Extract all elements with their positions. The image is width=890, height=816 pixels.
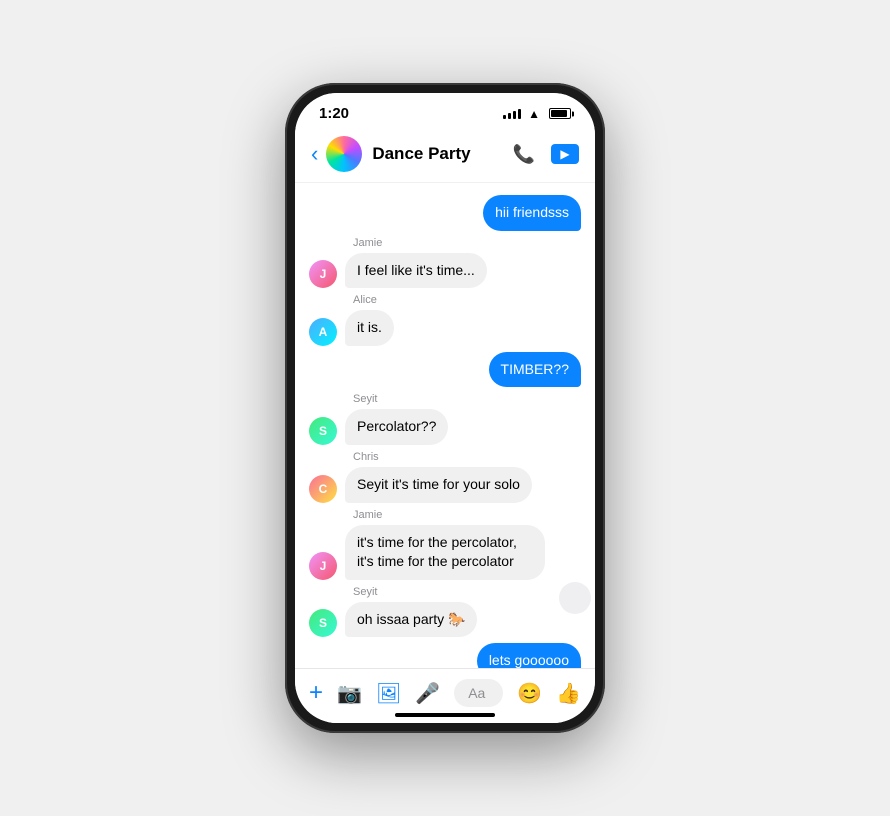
message-text: I feel like it's time... bbox=[357, 262, 475, 278]
avatar: J bbox=[309, 552, 337, 580]
message-bubble: Percolator?? bbox=[345, 409, 448, 445]
message-row: S oh issaa party 🐎 bbox=[309, 602, 581, 638]
back-button[interactable]: ‹ bbox=[311, 141, 318, 167]
message-row: lets goooooo 👍 bbox=[309, 643, 581, 668]
message-text: TIMBER?? bbox=[501, 361, 569, 377]
avatar: C bbox=[309, 475, 337, 503]
message-bubble: it's time for the percolator, it's time … bbox=[345, 525, 545, 580]
message-group-jamie2: Jamie J it's time for the percolator, it… bbox=[309, 509, 581, 580]
sender-name: Seyit bbox=[353, 586, 581, 598]
status-time: 1:20 bbox=[319, 105, 349, 122]
message-bubble: I feel like it's time... bbox=[345, 253, 487, 289]
message-text: Percolator?? bbox=[357, 418, 436, 434]
video-call-button[interactable]: ▶ bbox=[551, 144, 579, 164]
mic-button[interactable]: 🎤 bbox=[415, 681, 440, 706]
message-text: lets goooooo bbox=[489, 652, 569, 668]
message-row: hii friendsss bbox=[309, 195, 581, 231]
chat-title: Dance Party bbox=[372, 144, 512, 164]
avatar: A bbox=[309, 318, 337, 346]
message-group-chris: Chris C Seyit it's time for your solo bbox=[309, 451, 581, 503]
message-text: hii friendsss bbox=[495, 204, 569, 220]
phone-screen: 1:20 ▲ ‹ Dance Party 📞 bbox=[295, 93, 595, 723]
sender-name: Jamie bbox=[353, 509, 581, 521]
message-group-jamie1: Jamie J I feel like it's time... bbox=[309, 237, 581, 289]
header-actions: 📞 ▶ bbox=[513, 144, 579, 165]
emoji-button[interactable]: 😊 bbox=[517, 681, 542, 706]
video-icon: ▶ bbox=[560, 147, 569, 161]
message-group-seyit1: Seyit S Percolator?? bbox=[309, 393, 581, 445]
sender-name: Jamie bbox=[353, 237, 581, 249]
message-row: J I feel like it's time... bbox=[309, 253, 581, 289]
message-row: A it is. bbox=[309, 310, 581, 346]
message-bubble: oh issaa party 🐎 bbox=[345, 602, 477, 638]
message-bubble: hii friendsss bbox=[483, 195, 581, 231]
sender-name: Alice bbox=[353, 294, 581, 306]
input-placeholder: Aa bbox=[468, 685, 485, 701]
chat-header: ‹ Dance Party 📞 ▶ bbox=[295, 128, 595, 183]
message-text: it's time for the percolator, it's time … bbox=[357, 534, 517, 570]
sender-name: Seyit bbox=[353, 393, 581, 405]
status-icons: ▲ bbox=[503, 107, 571, 121]
home-indicator bbox=[395, 713, 495, 717]
wifi-icon: ▲ bbox=[528, 107, 540, 121]
phone-call-button[interactable]: 📞 bbox=[513, 144, 535, 165]
message-bubble: Seyit it's time for your solo bbox=[345, 467, 532, 503]
add-button[interactable]: + bbox=[309, 679, 323, 707]
messages-list: hii friendsss Jamie J I feel like it's t… bbox=[295, 183, 595, 668]
message-bubble: TIMBER?? bbox=[489, 352, 581, 388]
message-text: oh issaa party 🐎 bbox=[357, 611, 465, 627]
message-group-seyit2: Seyit S oh issaa party 🐎 bbox=[309, 586, 581, 638]
message-row: J it's time for the percolator, it's tim… bbox=[309, 525, 581, 580]
sender-name: Chris bbox=[353, 451, 581, 463]
message-input[interactable]: Aa bbox=[454, 679, 503, 707]
message-bubble: lets goooooo bbox=[477, 643, 581, 668]
status-bar: 1:20 ▲ bbox=[295, 93, 595, 128]
phone-frame: 1:20 ▲ ‹ Dance Party 📞 bbox=[285, 83, 605, 733]
thumbs-up-button[interactable]: 👍 bbox=[556, 681, 581, 706]
battery-icon bbox=[549, 108, 571, 119]
message-row: TIMBER?? bbox=[309, 352, 581, 388]
message-text: Seyit it's time for your solo bbox=[357, 476, 520, 492]
avatar: J bbox=[309, 260, 337, 288]
message-row: C Seyit it's time for your solo bbox=[309, 467, 581, 503]
group-avatar bbox=[326, 136, 362, 172]
message-bubble: it is. bbox=[345, 310, 394, 346]
avatar: S bbox=[309, 417, 337, 445]
avatar: S bbox=[309, 609, 337, 637]
photo-button[interactable]: 🖼 bbox=[376, 681, 401, 706]
message-group-alice: Alice A it is. bbox=[309, 294, 581, 346]
message-text: it is. bbox=[357, 319, 382, 335]
message-row: S Percolator?? bbox=[309, 409, 581, 445]
camera-button[interactable]: 📷 bbox=[337, 681, 362, 706]
signal-icon bbox=[503, 109, 521, 119]
